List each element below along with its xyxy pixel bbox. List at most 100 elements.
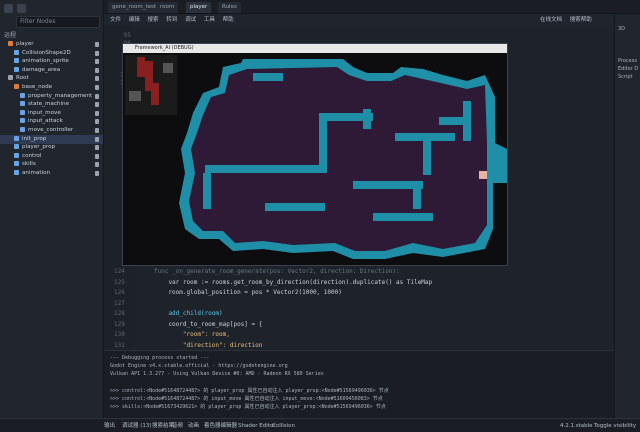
bottom-tab[interactable]: Shader Editor bbox=[238, 419, 276, 432]
node-type-icon bbox=[14, 161, 19, 167]
visibility-icon[interactable] bbox=[95, 162, 99, 168]
bottom-tab[interactable]: 动画 bbox=[188, 419, 199, 432]
menu-goto[interactable]: 转到 bbox=[166, 17, 177, 23]
node-type-icon bbox=[20, 92, 25, 98]
node-type-icon bbox=[14, 170, 19, 175]
menu-help[interactable]: 帮助 bbox=[223, 17, 234, 23]
output-line: >>> skills:<Node#51673429621> 的 player_p… bbox=[110, 404, 386, 410]
bottom-tab[interactable]: 输出 bbox=[104, 419, 115, 432]
scene-title: 运程 bbox=[4, 32, 17, 39]
node-label: input_attack bbox=[28, 118, 63, 125]
code-line[interactable]: var room := rooms.get_room_by_direction(… bbox=[154, 279, 432, 286]
node-label: property_management bbox=[28, 92, 93, 99]
code-line[interactable]: func _on_generate_room_generate(pos: Vec… bbox=[154, 268, 400, 275]
visibility-icon[interactable] bbox=[95, 85, 99, 90]
game-window[interactable]: Framework_AI (DEBUG) bbox=[122, 43, 508, 266]
node-label: Root bbox=[16, 75, 29, 82]
code-line[interactable]: "room": room, bbox=[154, 331, 230, 338]
tab-player[interactable]: player bbox=[186, 2, 212, 13]
inspector-item[interactable]: Editor D bbox=[618, 66, 638, 72]
tab-room[interactable]: room bbox=[156, 2, 179, 13]
visibility-icon[interactable] bbox=[95, 42, 99, 47]
bottom-panel-tabs: 输出 调试器 (13) 搜索结果 音频 动画 着色器编辑器 Shader Editor Col… bbox=[0, 418, 640, 432]
node-label: move_controller bbox=[28, 127, 74, 133]
node-type-icon bbox=[14, 152, 19, 158]
bottom-tab[interactable]: 音频 bbox=[172, 419, 183, 432]
node-label: player bbox=[16, 41, 34, 47]
node-label: player_prop bbox=[22, 144, 56, 151]
code-line[interactable]: add_child(room) bbox=[154, 310, 222, 317]
game-viewport[interactable] bbox=[123, 53, 507, 265]
visibility-icon[interactable] bbox=[95, 153, 99, 159]
visibility-icon[interactable] bbox=[95, 171, 99, 176]
node-label: input_move bbox=[28, 109, 61, 116]
visibility-icon[interactable] bbox=[95, 76, 99, 82]
node-label: damage_area bbox=[22, 66, 61, 73]
visibility-icon[interactable] bbox=[95, 102, 99, 108]
node-type-icon bbox=[8, 75, 13, 81]
code-line[interactable]: "direction": direction bbox=[154, 342, 262, 349]
menu-tools[interactable]: 工具 bbox=[204, 17, 215, 23]
version-label: 4.2.1.stable bbox=[560, 423, 593, 429]
game-window-title: Framework_AI (DEBUG) bbox=[123, 44, 507, 53]
visibility-icon[interactable] bbox=[95, 136, 99, 142]
search-help-link[interactable]: 搜索帮助 bbox=[570, 17, 592, 23]
output-line: >>> control:<Node#51648724487> 的 input_m… bbox=[110, 396, 383, 402]
node-type-icon bbox=[20, 109, 25, 115]
cave-floor bbox=[189, 67, 487, 251]
inspector-item[interactable]: 3D bbox=[618, 26, 625, 32]
node-type-icon bbox=[14, 58, 19, 64]
script-menu-bar: 文件 编辑 搜索 转到 调试 工具 帮助 bbox=[104, 14, 614, 26]
tab-gene-room-test[interactable]: gene_room_test bbox=[108, 2, 161, 13]
node-type-icon bbox=[20, 127, 25, 132]
scene-node[interactable]: animation bbox=[0, 169, 103, 178]
code-line[interactable]: room.global_position = pos * Vector2(100… bbox=[154, 289, 341, 296]
visibility-icon[interactable] bbox=[95, 128, 99, 133]
online-docs-link[interactable]: 在线文档 bbox=[540, 17, 562, 23]
output-line: >>> control:<Node#51648724487> 的 player_… bbox=[110, 388, 389, 394]
bottom-tab[interactable]: 搜索结果 bbox=[152, 419, 174, 432]
node-label: state_machine bbox=[28, 101, 70, 108]
node-label: animation_sprite bbox=[22, 58, 69, 65]
node-type-icon bbox=[14, 135, 19, 141]
node-label: base_node bbox=[22, 84, 53, 90]
output-line: Vulkan API 1.3.277 - Using Vulkan Device… bbox=[110, 371, 324, 377]
toggle-visibility-button[interactable]: Toggle visibility bbox=[594, 419, 636, 432]
code-line[interactable]: coord_to_room_map[pos] = { bbox=[154, 321, 262, 328]
node-type-icon bbox=[20, 118, 25, 124]
menu-search[interactable]: 搜索 bbox=[148, 17, 159, 23]
line-number: 95 bbox=[123, 32, 131, 39]
output-line: Godot Engine v4.x.stable.official - http… bbox=[110, 363, 288, 369]
visibility-icon[interactable] bbox=[95, 67, 99, 73]
line-number: 127 bbox=[114, 299, 125, 307]
bottom-tab[interactable]: 调试器 (13) bbox=[122, 419, 152, 432]
add-node-icon[interactable] bbox=[4, 4, 13, 13]
inspector-panel: 3D Process Editor D Script bbox=[614, 14, 640, 418]
menu-debug[interactable]: 调试 bbox=[185, 17, 196, 23]
node-label: animation bbox=[22, 170, 51, 176]
tab-rules[interactable]: Rules bbox=[218, 2, 241, 13]
node-label: skills bbox=[22, 161, 36, 168]
visibility-icon[interactable] bbox=[95, 93, 99, 99]
inspector-item[interactable]: Script bbox=[618, 74, 633, 80]
node-label: control bbox=[22, 152, 42, 159]
scene-tree-panel: Filter Nodes 运程 player CollisionShape2D an… bbox=[0, 0, 104, 418]
node-type-icon bbox=[14, 49, 19, 55]
bottom-tab[interactable]: 着色器编辑器 bbox=[204, 419, 237, 432]
visibility-icon[interactable] bbox=[95, 110, 99, 116]
visibility-icon[interactable] bbox=[95, 119, 99, 125]
minimap bbox=[125, 55, 177, 115]
menu-edit[interactable]: 编辑 bbox=[129, 17, 140, 23]
visibility-icon[interactable] bbox=[95, 59, 99, 65]
output-line: --- Debugging process started --- bbox=[110, 355, 210, 361]
visibility-icon[interactable] bbox=[95, 50, 99, 56]
link-icon[interactable] bbox=[17, 4, 26, 13]
menu-file[interactable]: 文件 bbox=[110, 17, 121, 23]
node-type-icon bbox=[14, 66, 19, 72]
inspector-item[interactable]: Process bbox=[618, 58, 637, 64]
filter-nodes-input[interactable]: Filter Nodes bbox=[16, 16, 100, 28]
bottom-tab[interactable]: Collision bbox=[272, 419, 295, 432]
scene-toolbar bbox=[4, 4, 26, 14]
editor-root: Filter Nodes 运程 player CollisionShape2D an… bbox=[0, 0, 640, 432]
visibility-icon[interactable] bbox=[95, 145, 99, 151]
